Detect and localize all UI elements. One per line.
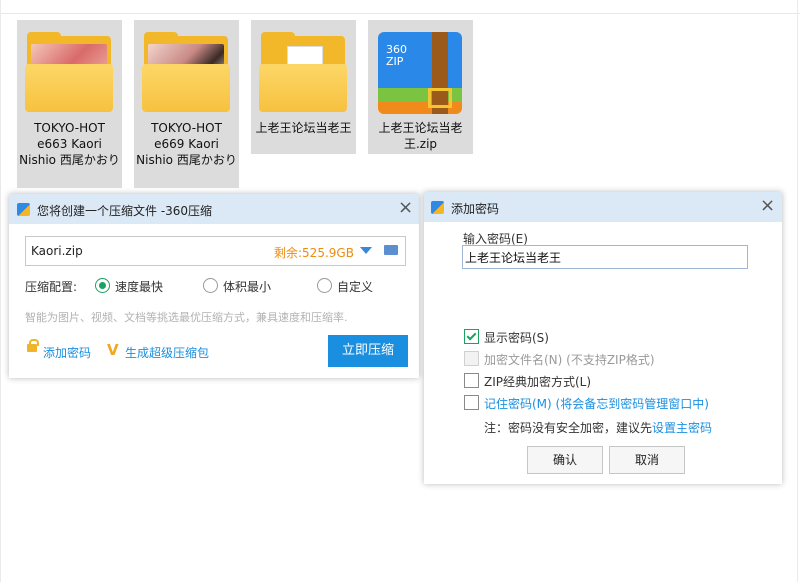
file-name: 上老王论坛当老王.zip <box>378 121 463 151</box>
window-left-border <box>0 0 1 582</box>
password-input[interactable]: 上老王论坛当老王 <box>462 245 748 269</box>
radio-smallest[interactable] <box>203 278 218 293</box>
dialog-title: 您将创建一个压缩文件 -360压缩 <box>37 204 213 218</box>
dialog-title: 添加密码 <box>451 202 500 216</box>
set-master-password-link[interactable]: 设置主密码 <box>652 419 712 436</box>
cancel-button[interactable]: 取消 <box>609 446 685 474</box>
360zip-app-icon <box>431 201 444 214</box>
zip-icon-label: 360 ZIP <box>386 43 407 68</box>
file-item-e663-folder[interactable]: TOKYO-HOT e663 Kaori Nishio 西尾かおり <box>17 20 122 188</box>
close-icon[interactable]: × <box>760 195 775 216</box>
archive-filename: Kaori.zip <box>31 244 83 258</box>
compress-now-button[interactable]: 立即压缩 <box>328 335 408 367</box>
option-fastest-label[interactable]: 速度最快 <box>115 278 163 295</box>
compress-hint: 智能为图片、视频、文档等挑选最优压缩方式，兼具速度和压缩率. <box>25 311 348 324</box>
archive-path-field[interactable]: Kaori.zip 剩余:525.9GB <box>25 236 406 266</box>
password-dialog-titlebar: 添加密码 × <box>424 192 782 222</box>
add-password-link[interactable]: 添加密码 <box>43 344 91 361</box>
remaining-space: 剩余:525.9GB <box>274 246 354 260</box>
file-item-zip[interactable]: 360 ZIP 上老王论坛当老王.zip <box>368 20 473 154</box>
encrypt-filenames-checkbox[interactable] <box>464 351 479 366</box>
dropdown-arrow-icon[interactable] <box>360 247 372 254</box>
remember-password-label[interactable]: 记住密码(M) (将会备忘到密码管理窗口中) <box>484 395 709 412</box>
super-package-link[interactable]: 生成超级压缩包 <box>125 344 209 361</box>
folder-photo-icon <box>25 32 113 114</box>
option-smallest-label[interactable]: 体积最小 <box>223 278 271 295</box>
file-name: 上老王论坛当老王 <box>255 121 352 135</box>
window-right-border <box>797 0 798 582</box>
compress-dialog: 您将创建一个压缩文件 -360压缩 × Kaori.zip 剩余:525.9GB… <box>9 194 419 378</box>
zip-classic-encryption-checkbox[interactable] <box>464 373 479 388</box>
window-top-border <box>0 13 800 14</box>
browse-folder-icon[interactable] <box>384 245 398 255</box>
lock-shackle <box>29 339 39 346</box>
option-custom-label[interactable]: 自定义 <box>337 278 373 295</box>
zip-archive-icon: 360 ZIP <box>376 32 464 114</box>
security-note: 注：密码没有安全加密，建议先 <box>484 421 653 435</box>
folder-photo-icon <box>142 32 230 114</box>
360zip-app-icon <box>17 203 30 216</box>
radio-fastest[interactable] <box>95 278 110 293</box>
confirm-button[interactable]: 确认 <box>527 446 603 474</box>
password-value: 上老王论坛当老王 <box>465 251 562 265</box>
compress-dialog-titlebar: 您将创建一个压缩文件 -360压缩 × <box>9 194 419 224</box>
file-name: TOKYO-HOT e663 Kaori Nishio 西尾かおり <box>19 121 120 167</box>
file-item-doc-folder[interactable]: 上老王论坛当老王 <box>251 20 356 154</box>
remember-password-checkbox[interactable] <box>464 395 479 410</box>
close-icon[interactable]: × <box>398 197 413 218</box>
super-v-icon: V <box>107 341 119 359</box>
add-password-dialog: 添加密码 × 输入密码(E) 上老王论坛当老王 显示密码(S) 加密文件名(N)… <box>424 192 782 484</box>
compress-config-label: 压缩配置: <box>25 280 78 294</box>
file-item-e669-folder[interactable]: TOKYO-HOT e669 Kaori Nishio 西尾かおり <box>134 20 239 188</box>
radio-custom[interactable] <box>317 278 332 293</box>
show-password-checkbox[interactable] <box>464 329 479 344</box>
file-name: TOKYO-HOT e669 Kaori Nishio 西尾かおり <box>136 121 237 167</box>
zip-classic-encryption-label[interactable]: ZIP经典加密方式(L) <box>484 373 591 390</box>
folder-document-icon <box>259 32 347 114</box>
show-password-label[interactable]: 显示密码(S) <box>484 329 549 346</box>
encrypt-filenames-label: 加密文件名(N) (不支持ZIP格式) <box>484 353 655 367</box>
